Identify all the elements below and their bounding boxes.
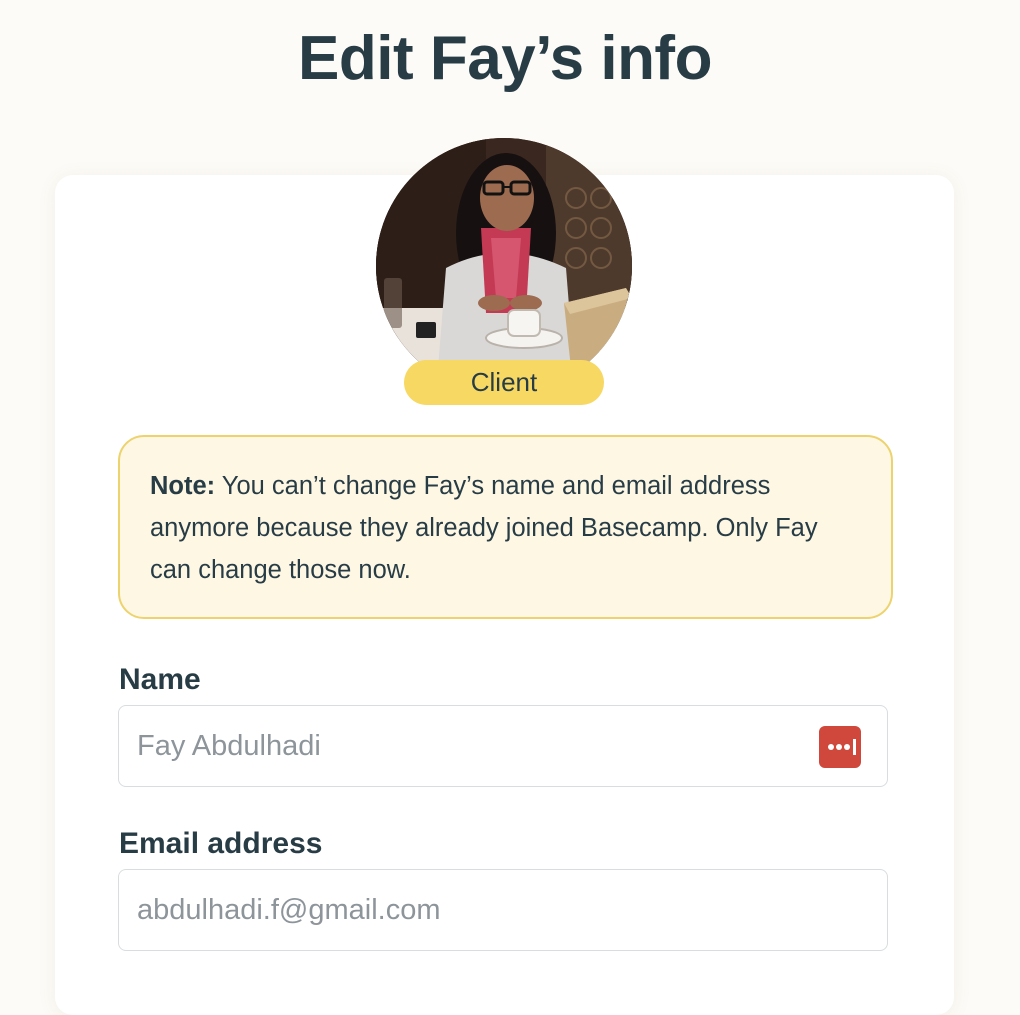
note-callout: Note: You can’t change Fay’s name and em… [118,435,893,619]
password-manager-glyph [828,739,856,755]
name-field-value: Fay Abdulhadi [137,730,321,762]
avatar-container[interactable] [376,138,632,394]
password-manager-icon[interactable] [819,726,861,768]
note-text: You can’t change Fay’s name and email ad… [150,472,818,584]
role-badge: Client [404,360,604,405]
avatar-photo [376,138,632,394]
note-label: Note: [150,472,216,500]
page-title: Edit Fay’s info [298,24,712,93]
email-field[interactable]: abdulhadi.f@gmail.com [118,869,888,951]
email-field-value: abdulhadi.f@gmail.com [137,894,441,926]
name-field[interactable]: Fay Abdulhadi [118,705,888,787]
email-label: Email address [119,827,323,860]
avatar[interactable] [376,138,632,394]
name-label: Name [119,663,201,696]
